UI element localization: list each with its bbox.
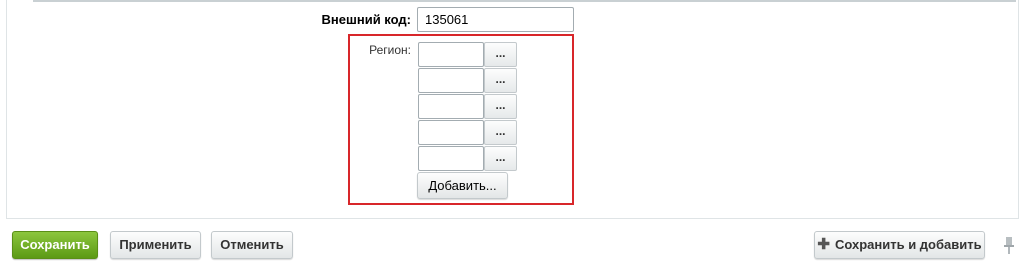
- save-and-add-button[interactable]: ✚ Сохранить и добавить: [814, 231, 985, 259]
- region-picker-button[interactable]: ...: [484, 68, 517, 93]
- plus-icon: ✚: [817, 236, 830, 253]
- add-region-button[interactable]: Добавить...: [417, 172, 508, 199]
- region-label: Регион:: [369, 43, 411, 57]
- save-and-add-label: Сохранить и добавить: [834, 237, 982, 252]
- save-button[interactable]: Сохранить: [12, 231, 98, 259]
- external-code-label: Внешний код:: [321, 12, 411, 27]
- region-input[interactable]: [418, 94, 484, 119]
- external-code-input[interactable]: 135061: [417, 7, 574, 32]
- region-picker-button[interactable]: ...: [484, 120, 517, 145]
- apply-button[interactable]: Применить: [110, 231, 201, 259]
- cancel-button[interactable]: Отменить: [211, 231, 293, 259]
- pin-icon[interactable]: [1001, 236, 1017, 256]
- region-picker-button[interactable]: ...: [484, 42, 517, 67]
- region-input[interactable]: [418, 120, 484, 145]
- region-input[interactable]: [418, 146, 484, 171]
- region-picker-button[interactable]: ...: [484, 146, 517, 171]
- region-picker-button[interactable]: ...: [484, 94, 517, 119]
- region-input[interactable]: [418, 42, 484, 67]
- region-input[interactable]: [418, 68, 484, 93]
- top-divider: [33, 0, 1016, 2]
